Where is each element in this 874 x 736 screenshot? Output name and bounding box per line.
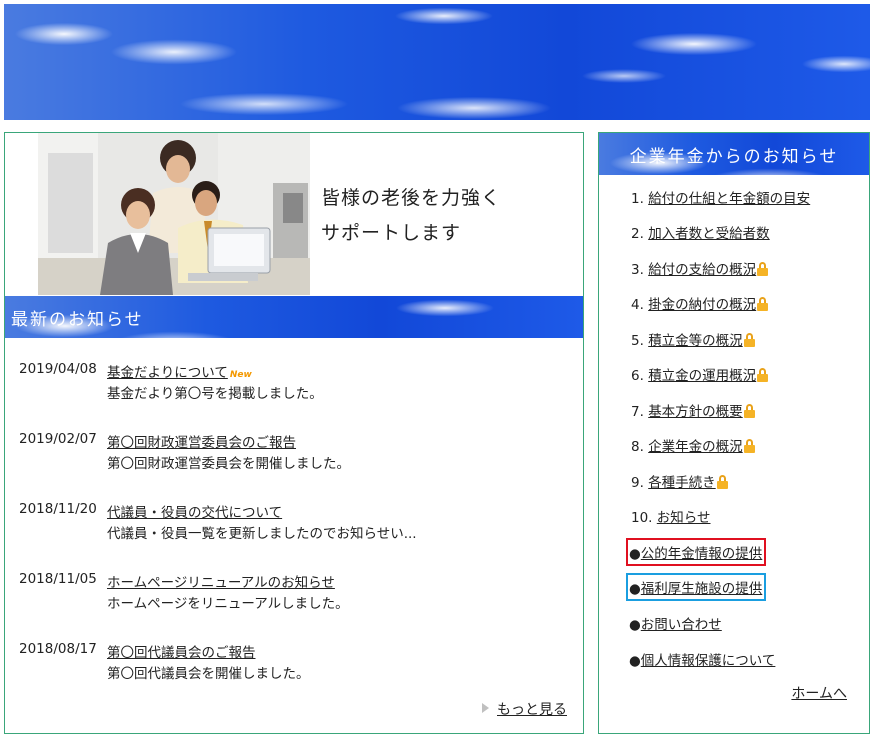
lock-icon xyxy=(743,333,755,347)
sidebar-item[interactable]: 4. 掛金の納付の概況 xyxy=(631,293,769,313)
sidebar-item[interactable]: 3. 給付の支給の概況 xyxy=(631,258,769,278)
news-title-link[interactable]: ホームページリニューアルのお知らせ xyxy=(107,571,335,591)
sidebar-extra-link[interactable]: 公的年金情報の提供 xyxy=(641,546,763,562)
news-title-link[interactable]: 第〇回財政運営委員会のご報告 xyxy=(107,431,296,451)
sidebar-item[interactable]: 1. 給付の仕組と年金額の目安 xyxy=(631,187,810,207)
sidebar-item-number: 8. xyxy=(631,439,644,455)
sidebar-item-number: 4. xyxy=(631,297,644,313)
sidebar-item-link[interactable]: お知らせ xyxy=(657,510,711,526)
news-date: 2018/11/05 xyxy=(19,571,97,587)
news-title-text[interactable]: 基金だよりについて xyxy=(107,365,228,381)
sidebar-item-link[interactable]: 給付の仕組と年金額の目安 xyxy=(648,191,810,207)
lock-icon xyxy=(743,439,755,453)
more-link[interactable]: もっと見る xyxy=(497,699,567,719)
public-pension-info-link[interactable]: ●公的年金情報の提供 xyxy=(626,538,767,566)
news-header: 最新のお知らせ xyxy=(5,296,583,338)
news-summary: 基金だより第〇号を掲載しました。 xyxy=(107,386,323,402)
sidebar-extra-link[interactable]: 個人情報保護について xyxy=(641,653,776,669)
arrow-right-icon xyxy=(482,703,489,713)
office-photo xyxy=(38,133,310,295)
sidebar-item-link[interactable]: 企業年金の概況 xyxy=(648,439,743,455)
sidebar-item-link[interactable]: 基本方針の概要 xyxy=(648,404,743,420)
main-panel: 皆様の老後を力強く サポートします 最新のお知らせ 2019/04/08 基金だ… xyxy=(4,132,584,734)
hero-line-1: 皆様の老後を力強く xyxy=(321,187,502,209)
sidebar-item[interactable]: 2. 加入者数と受給者数 xyxy=(631,222,770,242)
sidebar-item-number: 9. xyxy=(631,475,644,491)
privacy-policy-link[interactable]: ●個人情報保護について xyxy=(629,649,775,669)
sidebar-item-number: 1. xyxy=(631,191,644,207)
news-date: 2018/08/17 xyxy=(19,641,97,657)
news-summary: ホームページをリニューアルしました。 xyxy=(107,596,349,612)
sidebar-item[interactable]: 8. 企業年金の概況 xyxy=(631,435,755,455)
news-title-link[interactable]: 代議員・役員の交代について xyxy=(107,501,282,521)
sidebar-item[interactable]: 9. 各種手続き xyxy=(631,471,728,491)
sidebar-item-link[interactable]: 積立金の運用概況 xyxy=(648,368,756,384)
lock-icon xyxy=(757,368,769,382)
news-date: 2018/11/20 xyxy=(19,501,97,517)
lock-icon xyxy=(757,262,769,276)
news-header-title: 最新のお知らせ xyxy=(11,309,144,330)
welfare-facility-link[interactable]: ●福利厚生施設の提供 xyxy=(626,573,767,601)
sidebar-item[interactable]: 7. 基本方針の概要 xyxy=(631,400,755,420)
news-summary: 第〇回財政運営委員会を開催しました。 xyxy=(107,456,350,472)
new-badge: New xyxy=(229,370,252,380)
sidebar-item-link[interactable]: 加入者数と受給者数 xyxy=(648,226,770,242)
hero-tagline: 皆様の老後を力強く サポートします xyxy=(321,181,501,251)
bullet: ● xyxy=(629,653,641,669)
sidebar-item-link[interactable]: 各種手続き xyxy=(648,475,716,491)
sidebar-item-link[interactable]: 掛金の納付の概況 xyxy=(648,297,756,313)
lock-icon xyxy=(716,475,728,489)
sidebar-header-title: 企業年金からのお知らせ xyxy=(629,146,839,167)
sidebar-item-number: 10. xyxy=(631,510,653,526)
contact-link[interactable]: ●お問い合わせ xyxy=(629,613,722,633)
bullet: ● xyxy=(629,617,641,633)
header-banner xyxy=(4,4,870,120)
lock-icon xyxy=(757,297,769,311)
hero-photo xyxy=(38,133,310,295)
sidebar-item-number: 3. xyxy=(631,262,644,278)
news-summary: 第〇回代議員会を開催しました。 xyxy=(107,666,310,682)
sidebar-item-number: 7. xyxy=(631,404,644,420)
sidebar-item-number: 2. xyxy=(631,226,644,242)
sidebar-header: 企業年金からのお知らせ xyxy=(599,133,869,175)
sidebar-item[interactable]: 6. 積立金の運用概況 xyxy=(631,364,769,384)
sidebar-panel: 企業年金からのお知らせ 1. 給付の仕組と年金額の目安 2. 加入者数と受給者数… xyxy=(598,132,870,734)
news-title-link[interactable]: 基金だよりについて New xyxy=(107,361,252,381)
news-date: 2019/04/08 xyxy=(19,361,97,377)
news-title-link[interactable]: 第〇回代議員会のご報告 xyxy=(107,641,256,661)
lock-icon xyxy=(743,404,755,418)
sidebar-item-number: 6. xyxy=(631,368,644,384)
sidebar-item[interactable]: 10. お知らせ xyxy=(631,506,711,526)
bullet: ● xyxy=(629,581,641,597)
bullet: ● xyxy=(629,546,641,562)
hero-line-2: サポートします xyxy=(321,222,462,244)
sidebar-item-link[interactable]: 積立金等の概況 xyxy=(648,333,743,349)
news-date: 2019/02/07 xyxy=(19,431,97,447)
news-summary: 代議員・役員一覧を更新しましたのでお知らせい... xyxy=(107,526,417,542)
home-link[interactable]: ホームへ xyxy=(791,683,847,703)
sidebar-item-link[interactable]: 給付の支給の概況 xyxy=(648,262,756,278)
sidebar-extra-link[interactable]: 福利厚生施設の提供 xyxy=(641,581,763,597)
sidebar-item[interactable]: 5. 積立金等の概況 xyxy=(631,329,755,349)
sidebar-item-number: 5. xyxy=(631,333,644,349)
sidebar-extra-link[interactable]: お問い合わせ xyxy=(641,617,722,633)
